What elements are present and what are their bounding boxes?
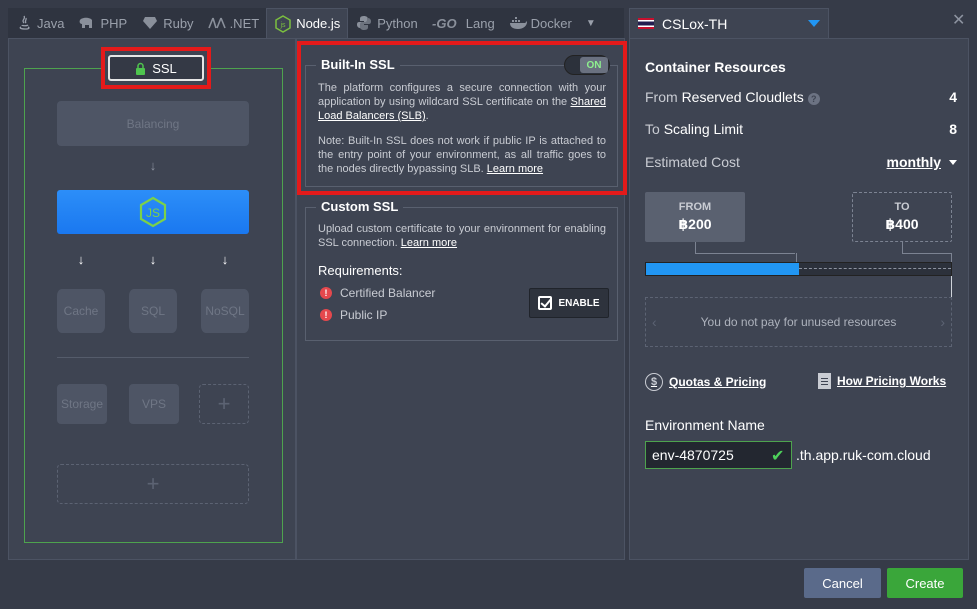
add-node-button[interactable]: + [199,384,249,424]
help-icon[interactable]: ? [807,93,820,105]
quotas-pricing-link[interactable]: $ Quotas & Pricing [645,373,766,391]
balancing-node[interactable]: Balancing [57,101,249,146]
nodejs-node[interactable]: JS [57,190,249,234]
cost-range-remainder [798,268,951,269]
custom-ssl-description: Upload custom certificate to your enviro… [318,223,606,249]
topology-divider [57,357,249,358]
chevron-left-icon: ‹ [652,314,657,330]
builtin-ssl-note: Note: Built-In SSL does not work if publ… [318,135,606,175]
engine-tabs: Java PHP Ruby .NET js Node.js Python -GO [8,8,624,38]
close-icon[interactable]: ✕ [952,10,965,30]
nosql-node[interactable]: NoSQL [201,289,249,333]
environment-name-input[interactable] [645,441,792,469]
ssl-button[interactable]: SSL [108,55,204,81]
svg-text:-GO: -GO [432,16,457,30]
how-pricing-works-link[interactable]: How Pricing Works [818,373,946,389]
reserved-cloudlets-value: 4 [949,89,957,105]
connector-line [695,253,795,254]
create-button[interactable]: Create [887,568,963,598]
checkbox-icon [538,296,553,310]
tab-docker[interactable]: Docker [502,8,579,38]
region-selector[interactable]: CSLox-TH [629,8,829,38]
arrow-down-icon: ↓ [77,252,85,267]
sql-node[interactable]: SQL [129,289,177,333]
cancel-button[interactable]: Cancel [804,568,881,598]
to-price-value: ฿400 [885,216,919,232]
thailand-flag-icon [638,18,654,29]
svg-text:JS: JS [146,206,160,220]
ssl-settings-panel: Built-In SSL ON The platform configures … [296,38,627,560]
tab-go[interactable]: -GO Lang [425,8,502,38]
cost-range-fill [646,263,799,275]
range-end-marker [951,276,952,298]
ssl-highlight-frame: SSL [101,47,211,89]
warning-icon: ! [320,309,332,321]
arrow-down-icon: ↓ [221,252,229,267]
tab-python[interactable]: Python [348,8,424,38]
chevron-down-icon [949,159,957,165]
more-tabs-chevron-icon[interactable]: ▼ [579,8,603,38]
scaling-limit-value: 8 [949,121,957,137]
connector-line [902,253,951,254]
resources-panel: Container Resources From Reserved Cloudl… [629,38,969,560]
arrow-down-icon: ↓ [149,158,157,173]
requirement-item: ! Public IP [320,308,387,322]
tab-ruby[interactable]: Ruby [134,8,200,38]
from-price-value: ฿200 [678,216,712,232]
warning-icon: ! [320,287,332,299]
arrow-down-icon: ↓ [149,252,157,267]
requirement-item: ! Certified Balancer [320,286,435,300]
unused-resources-notice: ‹ You do not pay for unused resources › [645,297,952,347]
reserved-cloudlets-row: From Reserved Cloudlets? 4 [645,89,957,105]
cost-period-dropdown[interactable]: monthly [887,154,957,170]
learn-more-link[interactable]: Learn more [487,163,543,175]
builtin-ssl-section: Built-In SSL ON The platform configures … [305,55,618,187]
cost-range-bar [645,262,952,276]
nodejs-icon: js [274,14,292,33]
php-elephant-icon [78,14,96,32]
svg-text:js: js [280,22,287,29]
tab-php[interactable]: PHP [71,8,134,38]
builtin-ssl-toggle[interactable]: ON [564,55,610,75]
tab-java[interactable]: Java [8,8,71,38]
toggle-state-label: ON [580,57,608,73]
region-label: CSLox-TH [662,15,728,32]
dollar-icon: $ [645,373,663,391]
tab-dotnet[interactable]: .NET [201,8,267,38]
requirements-title: Requirements: [318,263,403,278]
tab-nodejs[interactable]: js Node.js [266,8,349,38]
builtin-ssl-description: The platform configures a secure connect… [318,82,606,122]
environment-domain-suffix: .th.app.ruk-com.cloud [796,447,931,463]
cache-node[interactable]: Cache [57,289,105,333]
topology-panel: SSL Balancing ↓ JS ↓ ↓ ↓ Cache SQL NoSQL… [8,38,296,560]
java-icon [15,14,33,32]
estimated-cost-row: Estimated Cost monthly [645,154,957,170]
add-layer-button[interactable]: + [57,464,249,504]
learn-more-link[interactable]: Learn more [401,237,457,249]
document-icon [818,373,831,389]
python-icon [355,14,373,32]
region-dropdown-icon [808,20,820,27]
container-resources-title: Container Resources [645,59,786,75]
nodejs-icon: JS [139,196,167,228]
storage-node[interactable]: Storage [57,384,107,424]
check-icon: ✔ [771,448,785,465]
scaling-limit-row: To Scaling Limit 8 [645,121,957,137]
go-logo-icon: -GO [432,14,462,32]
docker-whale-icon [509,14,527,32]
vps-node[interactable]: VPS [129,384,179,424]
lock-icon [136,62,146,75]
chevron-right-icon: › [940,314,945,330]
to-price-box: TO ฿400 [852,192,952,242]
enable-custom-ssl-button[interactable]: ENABLE [529,288,609,318]
ruby-gem-icon [141,14,159,32]
custom-ssl-title: Custom SSL [316,199,404,214]
environment-name-label: Environment Name [645,417,765,433]
from-price-box: FROM ฿200 [645,192,745,242]
builtin-ssl-title: Built-In SSL [316,57,400,72]
dotnet-icon [207,14,226,32]
custom-ssl-section: Custom SSL Upload custom certificate to … [305,199,618,341]
